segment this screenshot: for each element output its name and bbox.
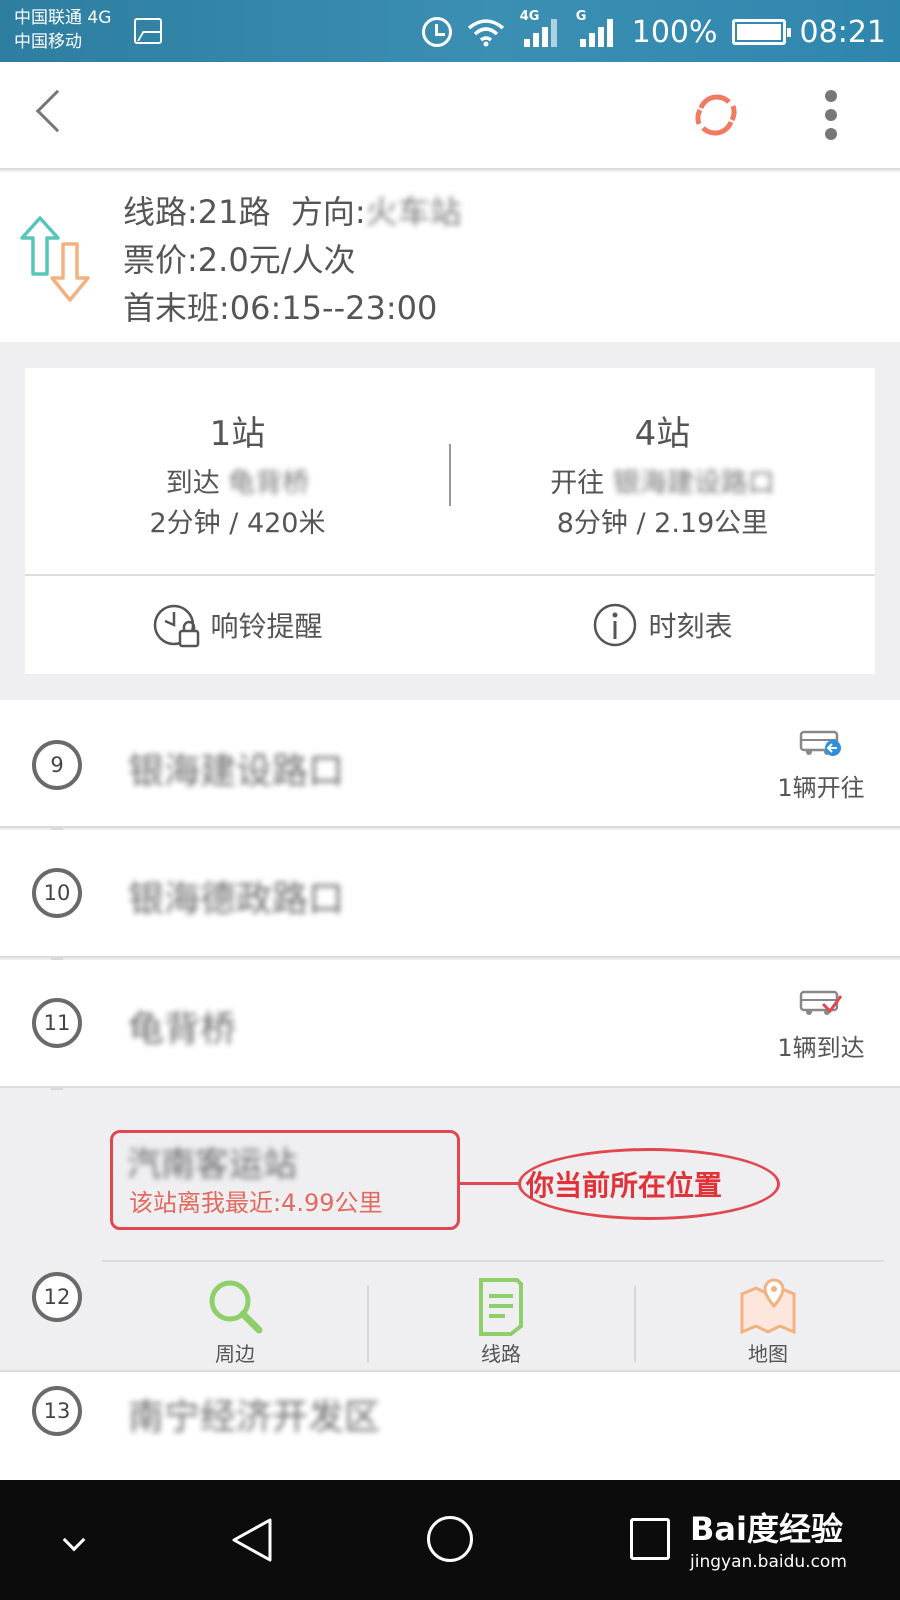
route-line-row: 线路:21路 方向:火车站 bbox=[123, 188, 462, 236]
status-bar: 中国联通 4G 中国移动 4G G 100% 08:21 bbox=[0, 0, 900, 62]
net-type-2: G bbox=[575, 9, 587, 24]
arrive-station: 龟背桥 bbox=[228, 468, 310, 499]
station-name: 南宁经济开发区 bbox=[128, 1397, 381, 1438]
station-row[interactable]: 11 龟背桥 1辆到达 bbox=[0, 960, 900, 1088]
station-name: 银海德政路口 bbox=[128, 879, 345, 920]
signal-g-icon: G bbox=[576, 9, 618, 49]
more-options-icon[interactable] bbox=[824, 90, 838, 146]
nearby-button[interactable]: 周边 bbox=[102, 1268, 368, 1368]
back-icon[interactable] bbox=[35, 89, 79, 133]
direction-value: 火车站 bbox=[365, 193, 462, 231]
schedule-value: 06:15--23:00 bbox=[229, 289, 438, 327]
stops-count-left: 1站 bbox=[209, 414, 266, 454]
arrival-summary-right: 4站 开往 银海建设路口 8分钟 / 2.19公里 bbox=[450, 368, 875, 574]
towards-prefix: 开往 bbox=[550, 468, 605, 499]
image-notification-icon bbox=[134, 18, 162, 44]
towards-detail: 8分钟 / 2.19公里 bbox=[556, 508, 769, 539]
station-number: 10 bbox=[32, 868, 82, 918]
station-row[interactable]: 13 南宁经济开发区 bbox=[0, 1372, 900, 1480]
net-type-1: 4G bbox=[519, 9, 540, 24]
wifi-icon bbox=[466, 17, 506, 47]
station-number: 11 bbox=[32, 998, 82, 1048]
current-station-separator bbox=[102, 1260, 884, 1262]
nav-recent-apps-icon[interactable] bbox=[630, 1518, 670, 1560]
ring-reminder-button[interactable]: 响铃提醒 bbox=[25, 576, 450, 674]
document-icon bbox=[479, 1278, 523, 1336]
route-info: 线路:21路 方向:火车站 票价:2.0元/人次 首末班:06:15--23:0… bbox=[0, 172, 900, 342]
fare-label: 票价: bbox=[123, 241, 198, 279]
map-button[interactable]: 地图 bbox=[635, 1268, 900, 1368]
search-icon bbox=[209, 1280, 263, 1334]
station-row[interactable]: 10 银海德政路口 bbox=[0, 830, 900, 958]
clock: 08:21 bbox=[799, 14, 886, 50]
direction-label: 方向: bbox=[290, 193, 366, 231]
fare-row: 票价:2.0元/人次 bbox=[123, 236, 462, 284]
arrival-summary-left: 1站 到达 龟背桥 2分钟 / 420米 bbox=[25, 368, 450, 574]
bus-status: 1辆到达 bbox=[766, 988, 876, 1063]
watermark-url: jingyan.baidu.com bbox=[690, 1552, 847, 1572]
bus-departing-icon bbox=[799, 730, 841, 756]
current-station-highlight: 汽南客运站 该站离我最近:4.99公里 bbox=[110, 1130, 460, 1230]
nav-home-icon[interactable] bbox=[427, 1516, 473, 1562]
bus-status-text: 1辆开往 bbox=[777, 774, 865, 802]
carrier-info: 中国联通 4G 中国移动 bbox=[14, 6, 111, 54]
carrier-1: 中国联通 4G bbox=[14, 8, 112, 28]
refresh-icon[interactable] bbox=[693, 92, 739, 138]
navigation-bar: Bai度经验 jingyan.baidu.com bbox=[0, 1480, 900, 1600]
line-label: 线路: bbox=[123, 193, 198, 231]
towards-station: 银海建设路口 bbox=[612, 468, 775, 499]
toolbar bbox=[0, 62, 900, 170]
current-station[interactable]: 汽南客运站 该站离我最近:4.99公里 你当前所在位置 12 周边 线路 地图 bbox=[0, 1090, 900, 1372]
annotation-text: 你当前所在位置 bbox=[526, 1169, 723, 1202]
alarm-icon bbox=[421, 17, 452, 47]
fare-value: 2.0元/人次 bbox=[197, 241, 356, 279]
status-icons: 4G G 100% 08:21 bbox=[421, 9, 886, 52]
signal-4g-icon: 4G bbox=[520, 9, 562, 49]
map-label: 地图 bbox=[748, 1342, 788, 1366]
station-number: 9 bbox=[32, 740, 82, 790]
bus-arrived-icon bbox=[799, 990, 843, 1015]
stops-count-right: 4站 bbox=[634, 414, 691, 454]
battery-percent: 100% bbox=[631, 14, 718, 50]
station-row[interactable]: 9 银海建设路口 1辆开往 bbox=[0, 700, 900, 828]
watermark-logo: Bai度经验 bbox=[690, 1510, 843, 1548]
nearby-label: 周边 bbox=[215, 1342, 255, 1366]
ring-reminder-label: 响铃提醒 bbox=[210, 610, 323, 643]
station-number: 12 bbox=[32, 1272, 82, 1322]
schedule-label: 首末班: bbox=[123, 289, 230, 327]
map-pin-icon bbox=[740, 1278, 796, 1335]
nearest-distance: 该站离我最近:4.99公里 bbox=[129, 1189, 383, 1217]
bus-status-text: 1辆到达 bbox=[777, 1034, 865, 1062]
switch-direction-icon[interactable] bbox=[18, 214, 92, 304]
nav-back-icon[interactable] bbox=[230, 1516, 274, 1564]
hide-nav-icon[interactable] bbox=[62, 1528, 86, 1552]
station-name: 龟背桥 bbox=[128, 1009, 237, 1050]
annotation-connector bbox=[460, 1182, 520, 1185]
station-name: 银海建设路口 bbox=[128, 751, 345, 792]
current-station-name: 汽南客运站 bbox=[127, 1145, 297, 1185]
alarm-clock-icon bbox=[154, 604, 200, 648]
schedule-row: 首末班:06:15--23:00 bbox=[123, 284, 462, 332]
bus-status: 1辆开往 bbox=[766, 728, 876, 803]
watermark: Bai度经验 jingyan.baidu.com bbox=[690, 1504, 890, 1572]
arrival-summary-card: 1站 到达 龟背桥 2分钟 / 420米 4站 开往 银海建设路口 8分钟 / … bbox=[25, 368, 875, 674]
station-number: 13 bbox=[32, 1386, 82, 1436]
route-label: 线路 bbox=[481, 1342, 521, 1366]
battery-icon bbox=[731, 19, 791, 45]
route-button[interactable]: 线路 bbox=[368, 1268, 634, 1368]
line-value: 21路 bbox=[197, 193, 271, 231]
timetable-button[interactable]: 时刻表 bbox=[450, 576, 875, 674]
timetable-label: 时刻表 bbox=[648, 610, 733, 643]
arrive-prefix: 到达 bbox=[165, 468, 220, 499]
station-list[interactable]: 9 银海建设路口 1辆开往 10 银海德政路口 11 龟背桥 1辆到达 汽南客运… bbox=[0, 700, 900, 1480]
arrive-detail: 2分钟 / 420米 bbox=[149, 508, 326, 539]
carrier-2: 中国移动 bbox=[14, 32, 82, 52]
info-icon bbox=[594, 603, 637, 647]
